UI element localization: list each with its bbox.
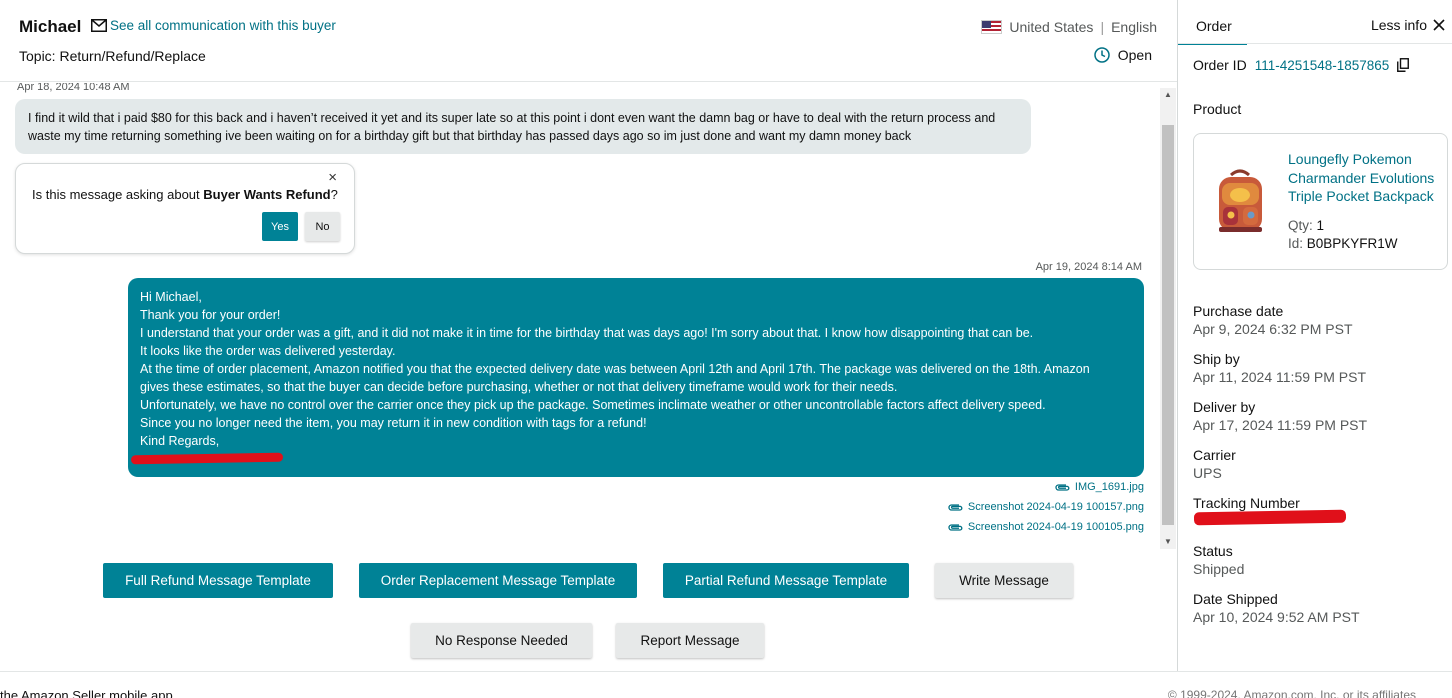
product-quantity-value: 1 [1316, 218, 1325, 233]
us-flag-icon [981, 20, 1003, 34]
close-icon[interactable]: × [328, 169, 337, 186]
footer-divider [0, 671, 1452, 672]
locale-separator: | [1100, 19, 1105, 35]
order-details-panel: Order Less info Order ID 111-4251548-185… [1177, 0, 1452, 671]
carrier-label: Carrier [1193, 447, 1236, 463]
seller-message-bubble: Hi Michael, Thank you for your order! I … [128, 278, 1144, 477]
message-line: gives these estimates, so that the buyer… [140, 380, 898, 394]
message-line: Since you no longer need the item, you m… [140, 416, 647, 430]
tracking-number-label: Tracking Number [1193, 495, 1300, 511]
message-line: Kind Regards, [140, 434, 220, 448]
date-shipped-value: Apr 10, 2024 9:52 AM PST [1193, 609, 1360, 625]
message-line: It looks like the order was delivered ye… [140, 344, 396, 358]
product-id-label: Id: [1288, 236, 1307, 251]
full-refund-template-button[interactable]: Full Refund Message Template [103, 563, 333, 598]
communication-link-text[interactable]: See all communication with this buyer [110, 18, 336, 33]
attachment-name[interactable]: Screenshot 2024-04-19 100105.png [968, 521, 1144, 533]
purchase-date-label: Purchase date [1193, 303, 1284, 319]
product-id: Id: B0BPKYFR1W [1288, 236, 1398, 251]
status-value: Shipped [1193, 561, 1245, 577]
locale-info: United States | English [981, 19, 1157, 35]
clock-icon [1094, 47, 1110, 63]
footer-copyright: © 1999-2024, Amazon.com, Inc. or its aff… [1167, 688, 1416, 698]
date-shipped-label: Date Shipped [1193, 591, 1278, 607]
product-id-value: B0BPKYFR1W [1306, 236, 1398, 251]
deliver-by-label: Deliver by [1193, 399, 1256, 415]
intent-yes-button[interactable]: Yes [262, 212, 298, 241]
footer-mobile-app-text[interactable]: the Amazon Seller mobile app [0, 688, 173, 698]
close-icon[interactable] [1433, 19, 1445, 31]
purchase-date-value: Apr 9, 2024 6:32 PM PST [1193, 321, 1353, 337]
buyer-message-bubble: I find it wild that i paid $80 for this … [15, 99, 1031, 154]
attachment-name[interactable]: Screenshot 2024-04-19 100157.png [968, 501, 1144, 513]
message-line: I understand that your order was a gift,… [140, 326, 1034, 340]
thread-scrollbar[interactable]: ▲ ▼ [1160, 88, 1176, 549]
intent-question-suffix: ? [330, 187, 338, 202]
carrier-value: UPS [1193, 465, 1222, 481]
ship-by-label: Ship by [1193, 351, 1240, 367]
ship-by-value: Apr 11, 2024 11:59 PM PST [1193, 369, 1367, 385]
product-quantity-label: Qty: [1288, 218, 1317, 233]
order-id-link[interactable]: 111-4251548-1857865 [1255, 58, 1390, 73]
intent-question-prefix: Is this message asking about [32, 187, 204, 202]
intent-prompt-card: × Is this message asking about Buyer Wan… [15, 163, 355, 254]
less-info-label[interactable]: Less info [1371, 17, 1427, 33]
message-line: At the time of order placement, Amazon n… [140, 362, 1090, 376]
attachment-link[interactable]: Screenshot 2024-04-19 100157.png [947, 501, 1144, 513]
message-line: Hi Michael, [140, 290, 202, 304]
message-thread[interactable]: Apr 18, 2024 10:48 AM I find it wild tha… [0, 83, 1160, 549]
product-quantity: Qty: 1 [1288, 218, 1324, 233]
incoming-timestamp: Apr 18, 2024 10:48 AM [17, 83, 130, 93]
country-label: United States [1009, 19, 1094, 35]
partial-refund-template-button[interactable]: Partial Refund Message Template [663, 563, 909, 598]
order-replacement-template-button[interactable]: Order Replacement Message Template [359, 563, 637, 598]
report-message-button[interactable]: Report Message [616, 623, 764, 658]
copy-icon[interactable] [1397, 58, 1410, 72]
deliver-by-value: Apr 17, 2024 11:59 PM PST [1193, 417, 1368, 433]
outgoing-timestamp: Apr 19, 2024 8:14 AM [1035, 261, 1142, 273]
envelope-icon [91, 19, 107, 32]
intent-name: Buyer Wants Refund [203, 187, 331, 202]
message-line: Thank you for your order! [140, 308, 281, 322]
tab-divider [1178, 43, 1452, 44]
paperclip-icon [1055, 483, 1070, 491]
topic-label: Topic: Return/Refund/Replace [19, 48, 206, 64]
scroll-down-arrow-icon[interactable]: ▼ [1160, 535, 1176, 549]
attachment-link[interactable]: Screenshot 2024-04-19 100105.png [947, 521, 1144, 533]
attachment-link[interactable]: IMG_1691.jpg [1054, 481, 1144, 493]
buyer-name: Michael [19, 17, 82, 36]
message-line: Unfortunately, we have no control over t… [140, 398, 1046, 412]
conversation-status: Open [1094, 47, 1152, 63]
status-label: Open [1117, 47, 1152, 63]
attachment-name[interactable]: IMG_1691.jpg [1075, 481, 1144, 493]
language-label: English [1111, 19, 1157, 35]
tab-order[interactable]: Order [1178, 0, 1247, 45]
intent-question: Is this message asking about Buyer Wants… [32, 187, 338, 202]
paperclip-icon [948, 523, 963, 531]
scrollbar-thumb[interactable] [1162, 125, 1174, 525]
intent-no-button[interactable]: No [305, 212, 340, 241]
product-card: Loungefly Pokemon Charmander Evolutions … [1193, 133, 1448, 270]
product-image[interactable] [1213, 167, 1268, 235]
product-label: Product [1193, 101, 1242, 117]
conversation-header: Michael See all communication with this … [0, 0, 1177, 82]
order-id-row: Order ID 111-4251548-1857865 [1193, 57, 1410, 73]
less-info-button[interactable]: Less info [1371, 17, 1445, 33]
paperclip-icon [948, 503, 963, 511]
no-response-needed-button[interactable]: No Response Needed [411, 623, 592, 658]
tracking-redaction-mark [1193, 509, 1347, 526]
see-all-communication-link[interactable]: See all communication with this buyer [91, 18, 336, 33]
status-label: Status [1193, 543, 1233, 559]
write-message-button[interactable]: Write Message [935, 563, 1073, 598]
scroll-up-arrow-icon[interactable]: ▲ [1160, 88, 1176, 102]
product-title-link[interactable]: Loungefly Pokemon Charmander Evolutions … [1288, 150, 1438, 206]
order-id-label: Order ID [1193, 57, 1247, 73]
